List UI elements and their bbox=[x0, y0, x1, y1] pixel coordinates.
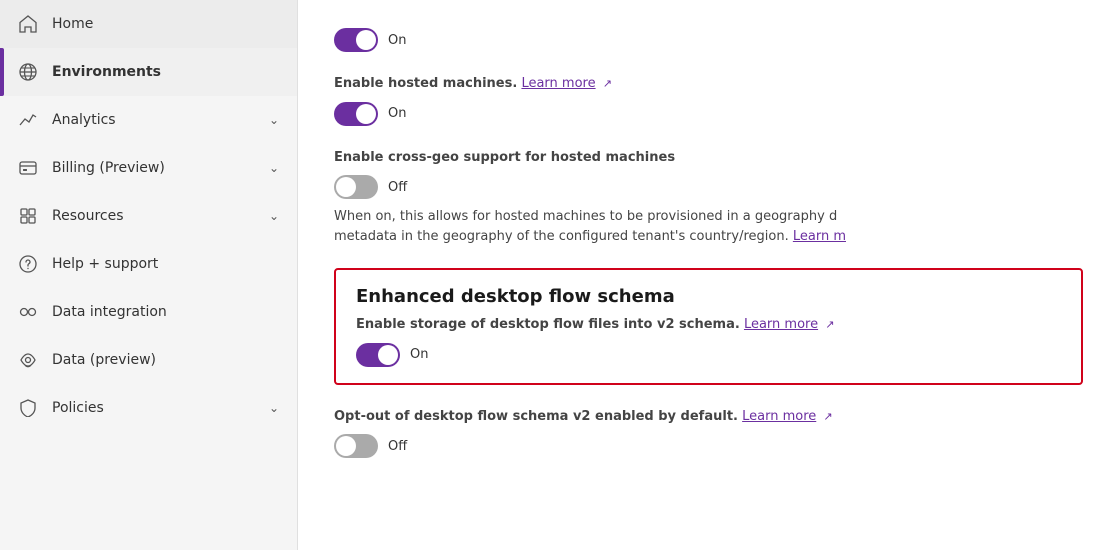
sidebar-resources-label: Resources bbox=[52, 208, 255, 224]
hosted-machines-toggle-knob bbox=[356, 30, 376, 50]
cross-geo-toggle-knob bbox=[336, 177, 356, 197]
enable-hosted-machines-desc: Enable hosted machines. Learn more ↗ bbox=[334, 74, 1083, 94]
hosted-machines-setting: On bbox=[334, 28, 1083, 52]
sidebar-home-label: Home bbox=[52, 16, 279, 32]
sidebar-environments-label: Environments bbox=[52, 64, 279, 80]
enhanced-desktop-toggle[interactable] bbox=[356, 343, 400, 367]
resources-icon bbox=[18, 206, 38, 226]
hosted-machines-toggle[interactable] bbox=[334, 28, 378, 52]
enhanced-desktop-toggle-knob bbox=[378, 345, 398, 365]
sidebar: Home Environments Analytics ⌄ Billing (P… bbox=[0, 0, 298, 550]
data-preview-icon bbox=[18, 350, 38, 370]
sidebar-data-integration-label: Data integration bbox=[52, 304, 279, 320]
opt-out-toggle-label: Off bbox=[388, 439, 407, 454]
hosted-machines-toggle-row: On bbox=[334, 28, 1083, 52]
chart-icon bbox=[18, 110, 38, 130]
opt-out-setting: Opt-out of desktop flow schema v2 enable… bbox=[334, 407, 1083, 459]
enhanced-desktop-setting: Enhanced desktop flow schema Enable stor… bbox=[334, 268, 1083, 385]
enable-hosted-machines-link[interactable]: Learn more bbox=[521, 76, 595, 91]
opt-out-toggle-row: Off bbox=[334, 434, 1083, 458]
analytics-chevron-icon: ⌄ bbox=[269, 113, 279, 127]
sidebar-billing-label: Billing (Preview) bbox=[52, 160, 255, 176]
enhanced-desktop-desc: Enable storage of desktop flow files int… bbox=[356, 315, 1061, 335]
opt-out-desc: Opt-out of desktop flow schema v2 enable… bbox=[334, 407, 1083, 427]
globe-icon bbox=[18, 62, 38, 82]
enhanced-desktop-toggle-row: On bbox=[356, 343, 1061, 367]
sidebar-help-label: Help + support bbox=[52, 256, 279, 272]
enhanced-desktop-ext-icon: ↗ bbox=[825, 317, 834, 334]
enable-hosted-toggle-row: On bbox=[334, 102, 1083, 126]
billing-chevron-icon: ⌄ bbox=[269, 161, 279, 175]
home-icon bbox=[18, 14, 38, 34]
sidebar-data-preview-label: Data (preview) bbox=[52, 352, 279, 368]
enhanced-desktop-toggle-label: On bbox=[410, 347, 428, 362]
enable-hosted-machines-setting: Enable hosted machines. Learn more ↗ On bbox=[334, 74, 1083, 126]
sidebar-item-billing[interactable]: Billing (Preview) ⌄ bbox=[0, 144, 297, 192]
cross-geo-toggle-label: Off bbox=[388, 180, 407, 195]
enhanced-desktop-title: Enhanced desktop flow schema bbox=[356, 286, 1061, 307]
policies-chevron-icon: ⌄ bbox=[269, 401, 279, 415]
opt-out-ext-icon: ↗ bbox=[823, 409, 832, 426]
cross-geo-subdesc: When on, this allows for hosted machines… bbox=[334, 207, 1083, 246]
sidebar-item-resources[interactable]: Resources ⌄ bbox=[0, 192, 297, 240]
enable-hosted-toggle-knob bbox=[356, 104, 376, 124]
cross-geo-toggle[interactable] bbox=[334, 175, 378, 199]
enable-hosted-toggle[interactable] bbox=[334, 102, 378, 126]
opt-out-learn-link[interactable]: Learn more bbox=[742, 409, 816, 424]
cross-geo-title: Enable cross-geo support for hosted mach… bbox=[334, 148, 1083, 168]
enable-hosted-toggle-label: On bbox=[388, 106, 406, 121]
sidebar-item-policies[interactable]: Policies ⌄ bbox=[0, 384, 297, 432]
sidebar-policies-label: Policies bbox=[52, 400, 255, 416]
resources-chevron-icon: ⌄ bbox=[269, 209, 279, 223]
opt-out-toggle-knob bbox=[336, 436, 356, 456]
sidebar-item-environments[interactable]: Environments bbox=[0, 48, 297, 96]
hosted-machines-ext-icon: ↗ bbox=[603, 76, 612, 93]
enhanced-desktop-learn-link[interactable]: Learn more bbox=[744, 317, 818, 332]
cross-geo-setting: Enable cross-geo support for hosted mach… bbox=[334, 148, 1083, 247]
main-content: On Enable hosted machines. Learn more ↗ … bbox=[298, 0, 1119, 550]
sidebar-item-data-integration[interactable]: Data integration bbox=[0, 288, 297, 336]
sidebar-item-help[interactable]: Help + support bbox=[0, 240, 297, 288]
cross-geo-toggle-row: Off bbox=[334, 175, 1083, 199]
sidebar-item-data-preview[interactable]: Data (preview) bbox=[0, 336, 297, 384]
opt-out-toggle[interactable] bbox=[334, 434, 378, 458]
sidebar-analytics-label: Analytics bbox=[52, 112, 255, 128]
policies-icon bbox=[18, 398, 38, 418]
billing-icon bbox=[18, 158, 38, 178]
sidebar-item-analytics[interactable]: Analytics ⌄ bbox=[0, 96, 297, 144]
cross-geo-learn-link[interactable]: Learn m bbox=[793, 229, 846, 244]
hosted-machines-toggle-label: On bbox=[388, 33, 406, 48]
sidebar-item-home[interactable]: Home bbox=[0, 0, 297, 48]
data-integration-icon bbox=[18, 302, 38, 322]
help-icon bbox=[18, 254, 38, 274]
